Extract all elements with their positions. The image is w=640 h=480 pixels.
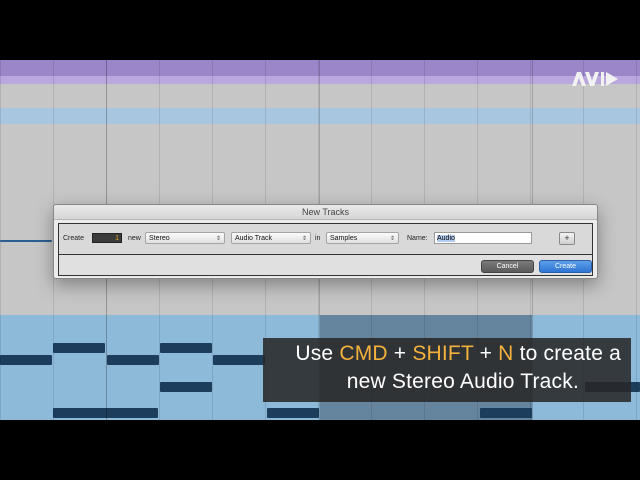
track-type-value: Audio Track <box>235 235 272 242</box>
track-lane <box>0 293 640 316</box>
create-button[interactable]: Create <box>539 260 592 273</box>
track-lane-purple <box>0 60 640 77</box>
key-cmd: CMD <box>339 342 388 365</box>
key-n: N <box>498 342 514 365</box>
track-name-value: Audio <box>437 235 455 242</box>
midi-note[interactable] <box>0 355 52 365</box>
track-count-field[interactable]: 1 <box>92 233 122 243</box>
midi-note[interactable] <box>213 355 265 365</box>
midi-note[interactable] <box>480 408 532 418</box>
tutorial-caption: Use CMD + SHIFT + N to create a new Ster… <box>263 338 631 402</box>
track-lane <box>0 124 640 145</box>
add-row-button[interactable]: + <box>559 232 575 245</box>
caption-text: to create a <box>513 342 621 365</box>
waveform-line <box>0 240 52 242</box>
letterbox-top <box>0 0 640 60</box>
avid-logo <box>572 72 618 86</box>
dialog-title: New Tracks <box>54 205 597 220</box>
track-row: Create 1 new Stereo ⇕ Audio Track ⇕ in S… <box>58 223 593 255</box>
track-lane <box>0 84 640 109</box>
cancel-button[interactable]: Cancel <box>481 260 534 273</box>
caption-text: + <box>387 342 413 365</box>
track-lane <box>0 174 640 203</box>
new-label: new <box>128 235 141 242</box>
midi-note[interactable] <box>107 355 159 365</box>
updown-chevron-icon: ⇕ <box>389 236 395 242</box>
timebase-value: Samples <box>330 235 358 242</box>
track-type-select[interactable]: Audio Track ⇕ <box>231 232 311 244</box>
updown-chevron-icon: ⇕ <box>215 236 221 242</box>
dialog-footer: Cancel Create <box>58 255 593 276</box>
new-tracks-dialog: New Tracks Create 1 new Stereo ⇕ Audio T… <box>53 204 598 279</box>
caption-text: Use <box>295 342 340 365</box>
caption-line-1: Use CMD + SHIFT + N to create a <box>295 342 621 366</box>
caption-line-2: new Stereo Audio Track. <box>346 370 579 393</box>
key-shift: SHIFT <box>412 342 474 365</box>
updown-chevron-icon: ⇕ <box>301 236 307 242</box>
track-name-input[interactable]: Audio <box>434 232 532 244</box>
timebase-select[interactable]: Samples ⇕ <box>326 232 399 244</box>
midi-note[interactable] <box>160 343 212 353</box>
format-select[interactable]: Stereo ⇕ <box>145 232 225 244</box>
letterbox-bottom <box>0 420 640 480</box>
format-value: Stereo <box>149 235 170 242</box>
midi-note[interactable] <box>267 408 319 418</box>
track-lane <box>0 144 640 175</box>
midi-note[interactable] <box>160 382 212 392</box>
name-label: Name: <box>407 235 428 242</box>
create-label: Create <box>63 235 85 242</box>
caption-text: + <box>473 342 499 365</box>
in-label: in <box>315 235 321 242</box>
track-lane-purple-light <box>0 76 640 84</box>
midi-note[interactable] <box>53 343 105 353</box>
track-lane-blue <box>0 108 640 125</box>
